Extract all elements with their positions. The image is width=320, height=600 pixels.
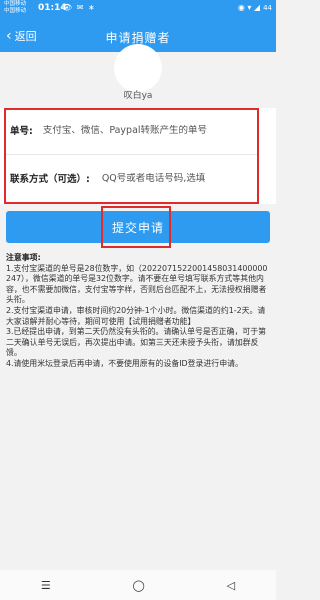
note-item: 2.支付宝渠道申请，审核时间约20分钟-1个小时。微信渠道的约1-2天。请大家谅…	[6, 305, 266, 326]
notes-title: 注意事项:	[6, 253, 41, 262]
battery-icon: 44	[263, 3, 272, 12]
submit-highlight-box	[101, 206, 171, 248]
note-item: 4.请使用米坛登录后再申请，不要使用原有的设备ID登录进行申请。	[6, 358, 243, 368]
carrier-1: 中国移动	[4, 1, 27, 7]
notification-icons: 👁 ✉ ∗	[62, 3, 96, 12]
carrier-2: 中国移动	[4, 8, 27, 14]
back-triangle-icon[interactable]: ◁	[227, 579, 235, 592]
carrier-labels: 中国移动 中国移动	[4, 1, 26, 15]
signal-icons: ◉ ▾ ◢	[237, 3, 261, 12]
status-bar: 中国移动 中国移动 01:14 👁 ✉ ∗ ◉ ▾ ◢ 44	[0, 0, 276, 22]
note-item: 3.已经提出申请，到第二天仍然没有头衔的。请确认单号是否正确，可于第二天确认单号…	[6, 327, 267, 358]
system-icons: ◉ ▾ ◢ 44	[238, 3, 272, 12]
notes-section: 注意事项: 1.支付宝渠道的单号是28位数字，如（202207152200145…	[6, 253, 270, 370]
menu-icon[interactable]: ☰	[41, 579, 51, 592]
avatar	[114, 44, 162, 92]
note-item: 1.支付宝渠道的单号是28位数字，如（202207152200145803140…	[6, 263, 268, 305]
system-nav-bar: ☰ ◯ ◁	[0, 570, 276, 600]
form-highlight-box	[4, 108, 259, 204]
home-icon[interactable]: ◯	[133, 579, 145, 592]
username: 叹白ya	[123, 91, 153, 101]
